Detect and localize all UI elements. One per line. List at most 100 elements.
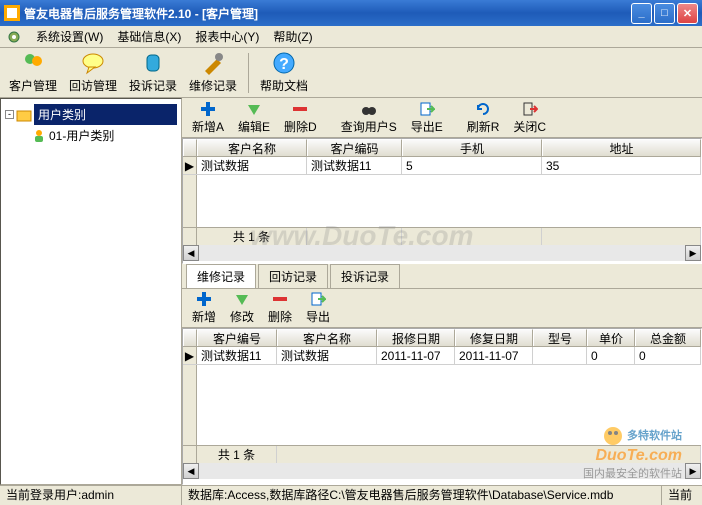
minus-icon: [292, 101, 308, 117]
toolbar-repair[interactable]: 维修记录: [184, 50, 242, 96]
svg-text:?: ?: [279, 56, 289, 73]
cell-code[interactable]: 测试数据11: [307, 157, 402, 174]
top-edit-button[interactable]: 编辑E: [232, 99, 276, 137]
bot-add-button[interactable]: 新增: [186, 289, 222, 327]
cell-repdate[interactable]: 2011-11-07: [377, 347, 455, 364]
hand-icon: [141, 51, 165, 75]
top-close-button[interactable]: 关闭C: [507, 99, 552, 137]
question-icon: ?: [272, 51, 296, 75]
minus-icon: [272, 291, 288, 307]
exit-icon: [522, 101, 538, 117]
col-total[interactable]: 总金额: [635, 329, 701, 346]
tools-icon: [201, 51, 225, 75]
table-row[interactable]: ▶ 测试数据 测试数据11 5 35: [183, 157, 701, 175]
folder-icon: [16, 107, 32, 123]
toolbar-visit[interactable]: 回访管理: [64, 50, 122, 96]
bot-delete-button[interactable]: 删除: [262, 289, 298, 327]
cell-name[interactable]: 测试数据: [197, 157, 307, 174]
menu-basic[interactable]: 基础信息(X): [117, 28, 181, 45]
tab-visit[interactable]: 回访记录: [258, 264, 328, 288]
tab-repair[interactable]: 维修记录: [186, 264, 256, 288]
main-area: - 用户类别 01-用户类别 新增A 编辑E 删除D 查询用户S 导出E 刷新R: [0, 98, 702, 485]
cell-phone[interactable]: 5: [402, 157, 542, 174]
plus-icon: [196, 291, 212, 307]
tab-complaint[interactable]: 投诉记录: [330, 264, 400, 288]
people-icon: [21, 51, 45, 75]
maximize-button[interactable]: □: [654, 3, 675, 24]
menu-report[interactable]: 报表中心(Y): [195, 28, 259, 45]
col-code[interactable]: 客户编号: [197, 329, 277, 346]
toolbar-complaint[interactable]: 投诉记录: [124, 50, 182, 96]
col-fixdate[interactable]: 修复日期: [455, 329, 533, 346]
status-time: 当前: [662, 486, 702, 505]
app-icon: [4, 5, 20, 21]
cell-total[interactable]: 0: [635, 347, 701, 364]
scroll-left-icon[interactable]: ◀: [183, 463, 199, 479]
triangle-icon: [246, 101, 262, 117]
plus-icon: [200, 101, 216, 117]
tree-child-label: 01-用户类别: [49, 127, 114, 144]
scroll-right-icon[interactable]: ▶: [685, 463, 701, 479]
col-addr[interactable]: 地址: [542, 139, 701, 156]
horizontal-scrollbar[interactable]: ◀ ▶: [183, 245, 701, 261]
user-icon: [31, 128, 47, 144]
horizontal-scrollbar[interactable]: ◀ ▶: [183, 463, 701, 479]
grid-empty-space: [183, 175, 701, 227]
col-phone[interactable]: 手机: [402, 139, 542, 156]
top-add-button[interactable]: 新增A: [186, 99, 230, 137]
col-code[interactable]: 客户编码: [307, 139, 402, 156]
tree-root[interactable]: - 用户类别: [5, 103, 177, 126]
right-panel: 新增A 编辑E 删除D 查询用户S 导出E 刷新R 关闭C 客户名称 客户编码 …: [182, 98, 702, 485]
status-user: 当前登录用户:admin: [0, 486, 182, 505]
cell-code[interactable]: 测试数据11: [197, 347, 277, 364]
gear-icon: [6, 29, 22, 45]
col-price[interactable]: 单价: [587, 329, 635, 346]
row-selector-head[interactable]: [183, 139, 197, 156]
tree-root-label[interactable]: 用户类别: [34, 104, 177, 125]
col-name[interactable]: 客户名称: [197, 139, 307, 156]
grid-empty-space: [183, 365, 701, 445]
top-export-button[interactable]: 导出E: [405, 99, 449, 137]
bot-export-button[interactable]: 导出: [300, 289, 336, 327]
menu-system[interactable]: 系统设置(W): [36, 28, 103, 45]
repair-grid: 客户编号 客户名称 报修日期 修复日期 型号 单价 总金额 ▶ 测试数据11 测…: [182, 328, 702, 485]
table-row[interactable]: ▶ 测试数据11 测试数据 2011-11-07 2011-11-07 0 0: [183, 347, 701, 365]
cell-name[interactable]: 测试数据: [277, 347, 377, 364]
tree-child[interactable]: 01-用户类别: [5, 126, 177, 145]
col-name[interactable]: 客户名称: [277, 329, 377, 346]
binoculars-icon: [361, 101, 377, 117]
col-model[interactable]: 型号: [533, 329, 587, 346]
scroll-right-icon[interactable]: ▶: [685, 245, 701, 261]
grid-count: 共 1 条: [197, 446, 277, 463]
close-button[interactable]: ✕: [677, 3, 698, 24]
menu-help[interactable]: 帮助(Z): [273, 28, 312, 45]
top-refresh-button[interactable]: 刷新R: [461, 99, 506, 137]
top-grid-toolbar: 新增A 编辑E 删除D 查询用户S 导出E 刷新R 关闭C: [182, 98, 702, 138]
toolbar-customer[interactable]: 客户管理: [4, 50, 62, 96]
grid-footer: 共 1 条: [183, 227, 701, 245]
scroll-left-icon[interactable]: ◀: [183, 245, 199, 261]
title-bar: 管友电器售后服务管理软件2.10 - [客户管理] _ □ ✕: [0, 0, 702, 26]
minimize-button[interactable]: _: [631, 3, 652, 24]
table-header-row: 客户名称 客户编码 手机 地址: [183, 139, 701, 157]
cell-price[interactable]: 0: [587, 347, 635, 364]
cell-model[interactable]: [533, 347, 587, 364]
toolbar-help[interactable]: ? 帮助文档: [255, 50, 313, 96]
col-repdate[interactable]: 报修日期: [377, 329, 455, 346]
top-delete-button[interactable]: 删除D: [278, 99, 323, 137]
row-selector-head[interactable]: [183, 329, 197, 346]
bot-edit-button[interactable]: 修改: [224, 289, 260, 327]
menu-bar: 系统设置(W) 基础信息(X) 报表中心(Y) 帮助(Z): [0, 26, 702, 48]
collapse-icon[interactable]: -: [5, 110, 14, 119]
cell-fixdate[interactable]: 2011-11-07: [455, 347, 533, 364]
cell-addr[interactable]: 35: [542, 157, 701, 174]
export-icon: [419, 101, 435, 117]
top-search-button[interactable]: 查询用户S: [335, 99, 403, 137]
tree-panel: - 用户类别 01-用户类别: [0, 98, 182, 485]
customer-grid: 客户名称 客户编码 手机 地址 ▶ 测试数据 测试数据11 5 35 共 1 条: [182, 138, 702, 264]
table-header-row: 客户编号 客户名称 报修日期 修复日期 型号 单价 总金额: [183, 329, 701, 347]
current-row-indicator: ▶: [183, 347, 197, 364]
main-toolbar: 客户管理 回访管理 投诉记录 维修记录 ? 帮助文档: [0, 48, 702, 98]
bottom-grid-toolbar: 新增 修改 删除 导出: [182, 288, 702, 328]
current-row-indicator: ▶: [183, 157, 197, 174]
